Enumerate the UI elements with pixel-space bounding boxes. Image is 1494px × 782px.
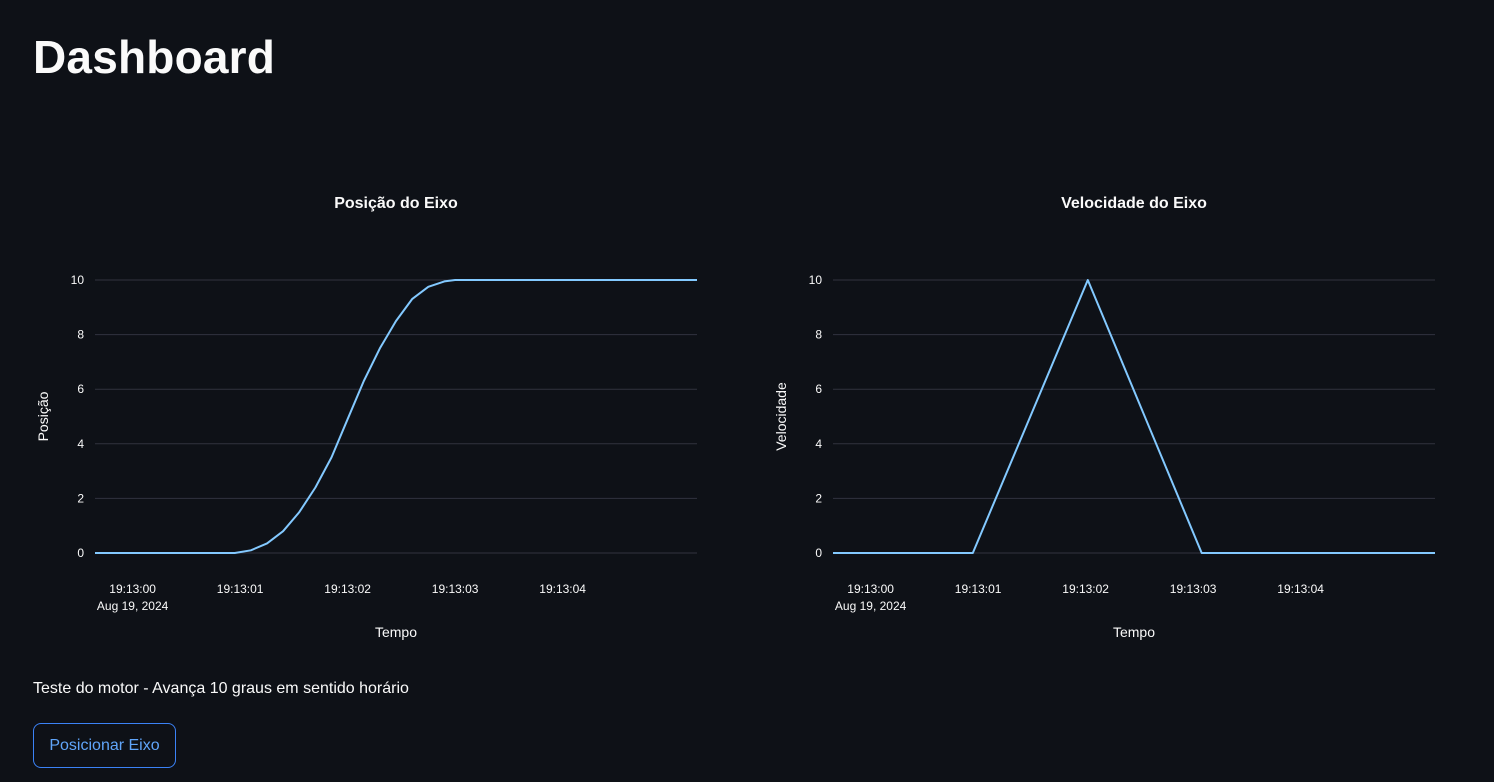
- x-tick-label: 19:13:01: [217, 582, 264, 596]
- chart-title: Velocidade do Eixo: [1061, 195, 1207, 212]
- x-tick-label: 19:13:04: [1277, 582, 1324, 596]
- x-tick-label: 19:13:01: [955, 582, 1002, 596]
- x-tick-label: 19:13:00: [109, 582, 156, 596]
- y-tick-label: 4: [815, 437, 822, 451]
- y-tick-label: 10: [71, 273, 85, 287]
- x-axis-label: Tempo: [1113, 624, 1155, 640]
- position-axis-button[interactable]: Posicionar Eixo: [33, 723, 176, 768]
- chart-svg: Posição do Eixo 0 2 4 6 8 10 19:13:00 Aug 19, 20…: [35, 195, 697, 640]
- page-title: Dashboard: [33, 31, 276, 83]
- y-tick-label: 4: [77, 437, 84, 451]
- x-tick-label: 19:13:03: [1170, 582, 1217, 596]
- velocity-chart: Velocidade do Eixo 0 2 4 6 8 10 19:13:00 Aug 19,…: [748, 170, 1468, 650]
- x-tick-sublabel: Aug 19, 2024: [97, 599, 169, 613]
- x-tick-label: 19:13:03: [432, 582, 479, 596]
- y-tick-label: 0: [815, 546, 822, 560]
- y-tick-label: 10: [809, 273, 823, 287]
- x-tick-label: 19:13:02: [1062, 582, 1109, 596]
- chart-title: Posição do Eixo: [334, 195, 458, 212]
- x-tick-label: 19:13:00: [847, 582, 894, 596]
- y-tick-label: 6: [77, 382, 84, 396]
- x-tick-label: 19:13:02: [324, 582, 371, 596]
- series-line: [833, 279, 1435, 554]
- y-tick-label: 2: [815, 491, 822, 505]
- x-tick-label: 19:13:04: [539, 582, 586, 596]
- position-chart: Posição do Eixo 0 2 4 6 8 10 19:13:00 Aug 19, 20…: [10, 170, 730, 650]
- y-axis-label: Velocidade: [773, 382, 789, 451]
- y-tick-label: 8: [815, 328, 822, 342]
- series-line: [95, 279, 697, 554]
- y-tick-label: 8: [77, 328, 84, 342]
- y-tick-label: 6: [815, 382, 822, 396]
- y-tick-label: 0: [77, 546, 84, 560]
- chart-svg: Velocidade do Eixo 0 2 4 6 8 10 19:13:00 Aug 19,…: [773, 195, 1435, 640]
- motor-test-caption: Teste do motor - Avança 10 graus em sent…: [33, 680, 409, 697]
- x-axis-label: Tempo: [375, 624, 417, 640]
- y-tick-label: 2: [77, 491, 84, 505]
- y-axis-label: Posição: [35, 391, 51, 441]
- x-tick-sublabel: Aug 19, 2024: [835, 599, 907, 613]
